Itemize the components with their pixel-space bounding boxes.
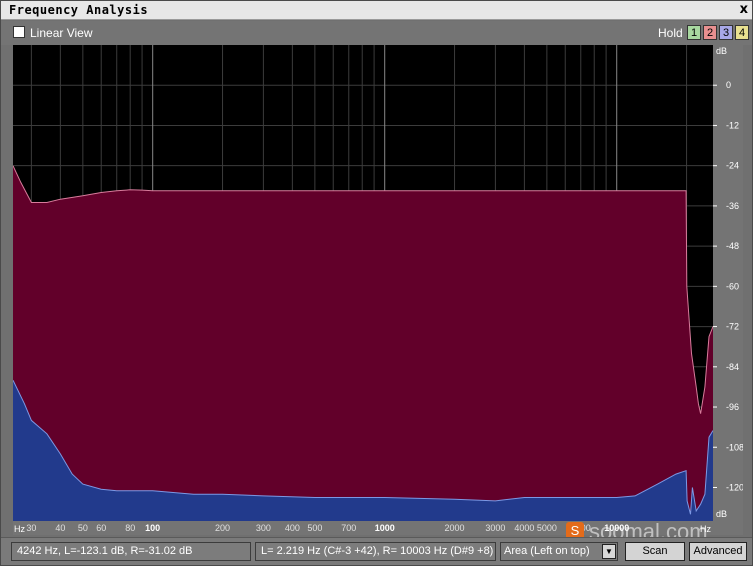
x-tick-label: 80: [125, 523, 135, 533]
x-tick-label: 200: [215, 523, 230, 533]
frequency-analysis-window: Frequency Analysis x Linear View Hold 1 …: [0, 0, 753, 566]
y-tick-label: -48: [726, 241, 739, 251]
y-tick-label: -120: [726, 482, 743, 492]
hold-button-4[interactable]: 4: [735, 25, 749, 40]
hold-button-3[interactable]: 3: [719, 25, 733, 40]
y-unit-top: dB: [716, 46, 727, 56]
y-tick-label: -84: [726, 362, 739, 372]
toolbar: Linear View Hold 1 2 3 4: [1, 21, 752, 45]
x-tick-label: 700: [341, 523, 356, 533]
right-channel-area: [12, 165, 714, 521]
chevron-down-icon[interactable]: ▼: [602, 544, 616, 559]
advanced-button[interactable]: Advanced: [689, 542, 747, 561]
y-tick-label: 0: [726, 80, 731, 90]
y-tick-label: -108: [726, 442, 743, 452]
hold-button-2[interactable]: 2: [703, 25, 717, 40]
spectrum-plot[interactable]: 0 -12 -24 -36 -48 -60 -72 -84 -96 -108 -120 30 40 50…: [12, 45, 744, 535]
x-unit-left: Hz: [14, 524, 25, 534]
linear-view-checkbox[interactable]: [13, 26, 25, 38]
y-tick-label: -60: [726, 281, 739, 291]
peak-readout: L= 2.219 Hz (C#-3 +42), R= 10003 Hz (D#9…: [255, 542, 496, 561]
x-tick-label: 40: [55, 523, 65, 533]
y-tick-label: -12: [726, 120, 739, 130]
x-tick-label: 3000: [485, 523, 505, 533]
y-tick-label: -72: [726, 322, 739, 332]
x-tick-label: 300: [256, 523, 271, 533]
hold-label: Hold: [658, 26, 683, 40]
x-tick-label: 60: [96, 523, 106, 533]
x-tick-label: 400: [285, 523, 300, 533]
y-tick-label: -96: [726, 402, 739, 412]
y-tick-label: -36: [726, 201, 739, 211]
x-tick-label: 2000: [445, 523, 465, 533]
right-channel-fill: [13, 165, 713, 521]
display-mode-value: Area (Left on top): [504, 545, 590, 557]
y-unit-bottom: dB: [716, 509, 727, 519]
close-icon[interactable]: x: [740, 2, 748, 17]
x-tick-label: 500: [307, 523, 322, 533]
window-title: Frequency Analysis: [9, 3, 149, 17]
x-tick-label: 1000: [375, 523, 395, 533]
x-tick-label: 30: [26, 523, 36, 533]
x-tick-label: 4000: [514, 523, 534, 533]
x-tick-label: 50: [78, 523, 88, 533]
scan-button[interactable]: Scan: [625, 542, 685, 561]
status-bar: 4242 Hz, L=-123.1 dB, R=-31.02 dB L= 2.2…: [1, 537, 752, 565]
spectrum-svg[interactable]: 0 -12 -24 -36 -48 -60 -72 -84 -96 -108 -120 30 40 50…: [12, 45, 744, 535]
linear-view-label[interactable]: Linear View: [30, 26, 92, 40]
y-tick-label: -24: [726, 161, 739, 171]
hold-button-1[interactable]: 1: [687, 25, 701, 40]
title-bar[interactable]: Frequency Analysis x: [1, 1, 752, 20]
x-tick-label: 100: [145, 523, 160, 533]
display-mode-select[interactable]: Area (Left on top) ▼: [500, 542, 618, 561]
x-tick-label: 5000: [537, 523, 557, 533]
cursor-readout: 4242 Hz, L=-123.1 dB, R=-31.02 dB: [11, 542, 251, 561]
